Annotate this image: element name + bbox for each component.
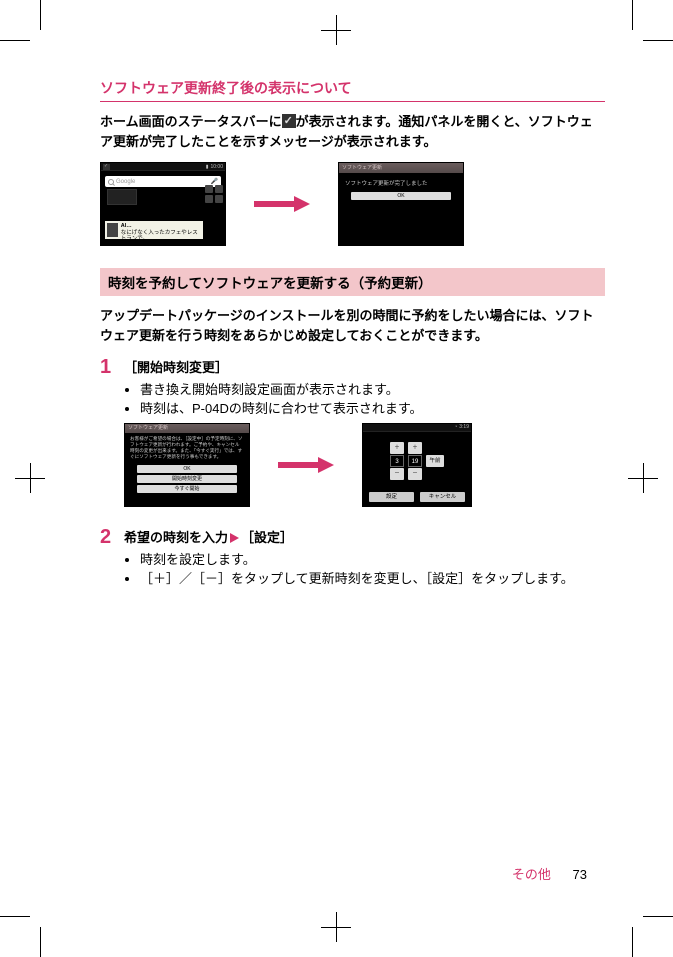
figure-row-update-complete: ▮ 10:00 Google 🎤 AI… なにげなく入ったカフェやレストランで。…	[100, 162, 605, 246]
banner-title: AI…	[121, 223, 132, 229]
footer-page-number: 73	[573, 867, 587, 882]
clock-icon: ◔	[454, 424, 457, 430]
step-1-bullets: 書き換え開始時刻設定画面が表示されます。 時刻は、P-04Dの時刻に合わせて表示…	[140, 380, 605, 419]
step-1-bullet: 書き換え開始時刻設定画面が表示されます。	[140, 380, 605, 400]
ok-button: OK	[137, 465, 236, 473]
plus-button: ＋	[408, 442, 422, 454]
arrow-right-icon	[254, 196, 310, 212]
time-picker: ＋ 3 － ＋ 19 － 午前	[363, 442, 471, 480]
signal-icon: ▮	[206, 164, 209, 170]
status-clock: 3:19	[459, 424, 469, 430]
minus-button: －	[408, 468, 422, 480]
dialog-body: お客様がご希望の場合は、［設定中］の予定時刻に、ソフトウェア更新が行われます。ご…	[125, 433, 249, 464]
section-heading: ソフトウェア更新終了後の表示について	[100, 78, 605, 102]
check-notification-icon	[103, 164, 110, 170]
status-time: 10:00	[210, 164, 223, 170]
crop-corner-tl	[0, 0, 50, 50]
crop-corner-bl	[0, 907, 50, 957]
step-2-title-a: 希望の時刻を入力	[124, 530, 228, 545]
app-grid	[205, 185, 223, 203]
checkmark-icon	[282, 114, 296, 128]
step-2-title-b: ［設定］	[241, 530, 293, 545]
hour-value: 3	[390, 455, 404, 467]
home-banner: AI… なにげなく入ったカフェやレストランで。	[105, 221, 203, 239]
intro-text-a: ホーム画面のステータスバーに	[100, 114, 282, 129]
dialog-message: ソフトウェア更新が完了しました	[339, 173, 463, 190]
screenshot-home: ▮ 10:00 Google 🎤 AI… なにげなく入ったカフェやレストランで。	[100, 162, 226, 246]
step-2-bullet: 時刻を設定します。	[140, 550, 605, 570]
subsection-intro: アップデートパッケージのインストールを別の時間に予約をしたい場合には、ソフトウェ…	[100, 306, 605, 346]
crop-corner-tr	[623, 0, 673, 50]
banner-thumb	[107, 223, 118, 237]
step-2-bullets: 時刻を設定します。 ［＋］／［－］をタップして更新時刻を変更し、［設定］をタップ…	[140, 550, 605, 589]
figure-row-time-setting: ソフトウェア更新 お客様がご希望の場合は、［設定中］の予定時刻に、ソフトウェア更…	[124, 423, 605, 507]
subsection-heading: 時刻を予約してソフトウェアを更新する（予約更新）	[100, 268, 605, 296]
minute-value: 19	[408, 455, 422, 467]
ok-button: OK	[351, 192, 450, 200]
screenshot-update-dialog: ソフトウェア更新 ソフトウェア更新が完了しました OK	[338, 162, 464, 246]
dialog-title: ソフトウェア更新	[125, 424, 249, 433]
intro-paragraph: ホーム画面のステータスバーにが表示されます。通知パネルを開くと、ソフトウェア更新…	[100, 112, 605, 152]
set-button: 設定	[369, 492, 414, 502]
step-2-title: 希望の時刻を入力 ［設定］	[124, 527, 605, 546]
picker-buttons: 設定 キャンセル	[369, 492, 465, 502]
footer-section: その他	[512, 867, 551, 882]
arrow-right-icon	[278, 457, 334, 473]
status-bar: ◔ 3:19	[363, 424, 471, 432]
search-bar: Google 🎤	[105, 176, 221, 187]
ampm-toggle: 午前	[426, 455, 444, 467]
minus-button: －	[390, 468, 404, 480]
crop-corner-br	[623, 907, 673, 957]
step-number: 1	[100, 357, 118, 523]
step-2-bullet: ［＋］／［－］をタップして更新時刻を変更し、［設定］をタップします。	[140, 569, 605, 589]
step-1-bullet: 時刻は、P-04Dの時刻に合わせて表示されます。	[140, 399, 605, 419]
step-1: 1 ［開始時刻変更］ 書き換え開始時刻設定画面が表示されます。 時刻は、P-04…	[100, 357, 605, 523]
screenshot-time-picker: ◔ 3:19 ＋ 3 － ＋ 19 －	[362, 423, 472, 507]
change-time-button: 開始時刻変更	[137, 475, 236, 483]
search-hint: Google	[116, 179, 135, 185]
minute-column: ＋ 19 －	[408, 442, 422, 480]
hour-column: ＋ 3 －	[390, 442, 404, 480]
search-icon	[108, 179, 114, 185]
page-footer: その他 73	[512, 864, 587, 883]
plus-button: ＋	[390, 442, 404, 454]
dialog-title: ソフトウェア更新	[339, 163, 463, 173]
cancel-button: キャンセル	[420, 492, 465, 502]
banner-body: なにげなく入ったカフェやレストランで。	[121, 230, 198, 243]
widget	[107, 189, 137, 205]
mic-icon: 🎤	[211, 178, 218, 185]
step-1-title: ［開始時刻変更］	[124, 357, 605, 376]
play-icon	[230, 533, 239, 543]
start-now-button: 今すぐ開始	[137, 485, 236, 493]
step-number: 2	[100, 527, 118, 589]
banner-text: AI… なにげなく入ったカフェやレストランで。	[121, 223, 201, 237]
status-bar: ▮ 10:00	[101, 163, 225, 171]
screenshot-confirm-dialog: ソフトウェア更新 お客様がご希望の場合は、［設定中］の予定時刻に、ソフトウェア更…	[124, 423, 250, 507]
step-2: 2 希望の時刻を入力 ［設定］ 時刻を設定します。 ［＋］／［－］をタップして更新…	[100, 527, 605, 589]
